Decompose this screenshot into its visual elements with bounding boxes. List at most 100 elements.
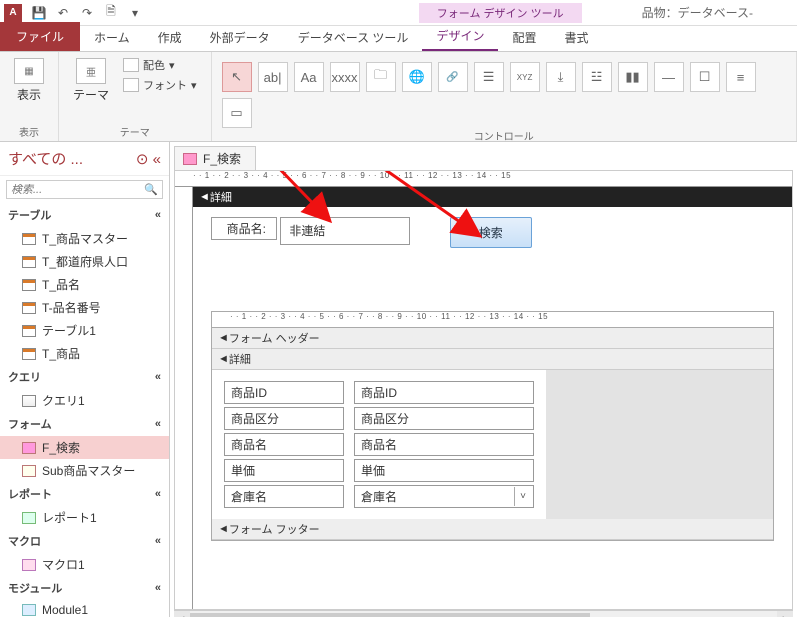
- nav-header[interactable]: すべての ... ⊙ «: [0, 142, 169, 176]
- tab-external[interactable]: 外部データ: [196, 24, 284, 51]
- table-icon: [22, 279, 36, 291]
- nav-search[interactable]: 🔍: [6, 180, 163, 199]
- control-combobox[interactable]: ☳: [582, 62, 612, 92]
- control-option-group[interactable]: XYZ: [510, 62, 540, 92]
- control-chart[interactable]: ▮▮: [618, 62, 648, 92]
- nav-item[interactable]: マクロ1: [0, 553, 169, 576]
- nav-item[interactable]: クエリ1: [0, 389, 169, 412]
- chevron-down-icon[interactable]: ⊙ «: [136, 150, 161, 168]
- scroll-right-icon[interactable]: ▸: [777, 611, 793, 617]
- detail-section[interactable]: 商品名: 非連結 検索: [193, 207, 792, 297]
- field-label[interactable]: 商品名: [224, 433, 344, 456]
- control-web[interactable]: 🔗: [438, 62, 468, 92]
- nav-item[interactable]: Sub商品マスター: [0, 459, 169, 482]
- tab-format[interactable]: 書式: [550, 24, 602, 51]
- nav-section-tables[interactable]: テーブル«: [0, 203, 169, 227]
- subform-container[interactable]: · · 1 · · 2 · · 3 · · 4 · · 5 · · 6 · · …: [211, 311, 774, 541]
- field-textbox[interactable]: 商品ID: [354, 381, 534, 404]
- control-toggle[interactable]: ☐: [690, 62, 720, 92]
- form-canvas[interactable]: · · 1 · · 2 · · 3 · · 4 · · 5 · · 6 · · …: [174, 170, 793, 610]
- control-pagebreak[interactable]: ⤓: [546, 62, 576, 92]
- app-icon: A: [4, 4, 22, 22]
- group-theme: 亜 テーマ 配色 ▾ フォント ▾ テーマ: [59, 52, 212, 141]
- view-button[interactable]: ▦ 表示: [10, 56, 48, 105]
- tab-file[interactable]: ファイル: [0, 22, 80, 51]
- tab-arrange[interactable]: 配置: [498, 24, 550, 51]
- nav-item[interactable]: Module1: [0, 600, 169, 620]
- field-textbox[interactable]: 商品区分: [354, 407, 534, 430]
- field-textbox[interactable]: 商品名: [354, 433, 534, 456]
- nav-section-reports[interactable]: レポート«: [0, 482, 169, 506]
- control-line[interactable]: —: [654, 62, 684, 92]
- qat-customize-icon[interactable]: ▾: [124, 2, 146, 24]
- control-label[interactable]: Aa: [294, 62, 324, 92]
- nav-section-macros[interactable]: マクロ«: [0, 529, 169, 553]
- nav-item[interactable]: T_商品マスター: [0, 227, 169, 250]
- tab-create[interactable]: 作成: [144, 24, 196, 51]
- field-row: 商品名商品名: [224, 433, 534, 456]
- tab-dbtools[interactable]: データベース ツール: [284, 24, 423, 51]
- field-label[interactable]: 倉庫名: [224, 485, 344, 508]
- nav-item[interactable]: T-品名番号: [0, 296, 169, 319]
- subform-detail-bar[interactable]: ◄ 詳細: [212, 349, 773, 370]
- control-nav[interactable]: ☰: [474, 62, 504, 92]
- fonts-icon: [123, 78, 139, 92]
- field-combobox[interactable]: 倉庫名: [354, 485, 534, 508]
- view-label: 表示: [17, 86, 41, 103]
- print-preview-icon[interactable]: 🗎: [100, 2, 122, 24]
- nav-section-modules[interactable]: モジュール«: [0, 576, 169, 600]
- theme-button[interactable]: 亜 テーマ: [69, 56, 113, 105]
- nav-item[interactable]: テーブル1: [0, 319, 169, 342]
- subform-footer-bar[interactable]: ◄ フォーム フッター: [212, 519, 773, 540]
- redo-icon[interactable]: ↷: [76, 2, 98, 24]
- field-textbox[interactable]: 単価: [354, 459, 534, 482]
- group-view-label: 表示: [10, 124, 48, 139]
- control-button[interactable]: xxxx: [330, 62, 360, 92]
- subform-header-bar[interactable]: ◄ フォーム ヘッダー: [212, 328, 773, 349]
- detail-section-bar[interactable]: ◄ 詳細: [193, 187, 792, 207]
- table-icon: [22, 325, 36, 337]
- field-label[interactable]: 商品ID: [224, 381, 344, 404]
- search-button[interactable]: 検索: [450, 217, 532, 248]
- label-product-name[interactable]: 商品名:: [211, 217, 277, 240]
- tab-design[interactable]: デザイン: [422, 22, 498, 51]
- scroll-thumb[interactable]: [190, 613, 590, 617]
- query-icon: [22, 395, 36, 407]
- nav-section-forms[interactable]: フォーム«: [0, 412, 169, 436]
- nav-item[interactable]: T_商品: [0, 342, 169, 365]
- control-textbox[interactable]: ab|: [258, 62, 288, 92]
- theme-icon: 亜: [76, 58, 106, 84]
- control-select[interactable]: ↖: [222, 62, 252, 92]
- scroll-left-icon[interactable]: ◂: [174, 611, 190, 617]
- table-icon: [22, 302, 36, 314]
- textbox-product-name[interactable]: 非連結: [280, 217, 410, 245]
- nav-item[interactable]: T_都道府県人口: [0, 250, 169, 273]
- field-row: 商品ID 商品ID: [224, 381, 534, 404]
- table-icon: [22, 233, 36, 245]
- save-icon[interactable]: 💾: [28, 2, 50, 24]
- nav-item-label: クエリ1: [42, 392, 85, 409]
- control-hyperlink[interactable]: 🌐: [402, 62, 432, 92]
- nav-item-label: F_検索: [42, 439, 80, 456]
- group-controls-label: コントロール: [222, 128, 786, 143]
- search-icon[interactable]: 🔍: [144, 183, 158, 196]
- form-object-tab[interactable]: F_検索: [174, 146, 256, 170]
- nav-section-queries[interactable]: クエリ«: [0, 365, 169, 389]
- tab-home[interactable]: ホーム: [80, 24, 144, 51]
- nav-search-input[interactable]: [11, 184, 144, 196]
- undo-icon[interactable]: ↶: [52, 2, 74, 24]
- control-list[interactable]: ≡: [726, 62, 756, 92]
- group-theme-label: テーマ: [69, 124, 201, 139]
- colors-button[interactable]: 配色 ▾: [119, 56, 201, 74]
- control-tab[interactable]: 🗀: [366, 62, 396, 92]
- field-label[interactable]: 商品区分: [224, 407, 344, 430]
- nav-item[interactable]: レポート1: [0, 506, 169, 529]
- form-icon: [22, 465, 36, 477]
- field-label[interactable]: 単価: [224, 459, 344, 482]
- control-rect[interactable]: ▭: [222, 98, 252, 128]
- horizontal-scrollbar[interactable]: ◂ ▸: [174, 610, 793, 617]
- design-area: F_検索 · · 1 · · 2 · · 3 · · 4 · · 5 · · 6…: [170, 142, 797, 617]
- nav-item[interactable]: T_品名: [0, 273, 169, 296]
- fonts-button[interactable]: フォント ▾: [119, 76, 201, 94]
- nav-item[interactable]: F_検索: [0, 436, 169, 459]
